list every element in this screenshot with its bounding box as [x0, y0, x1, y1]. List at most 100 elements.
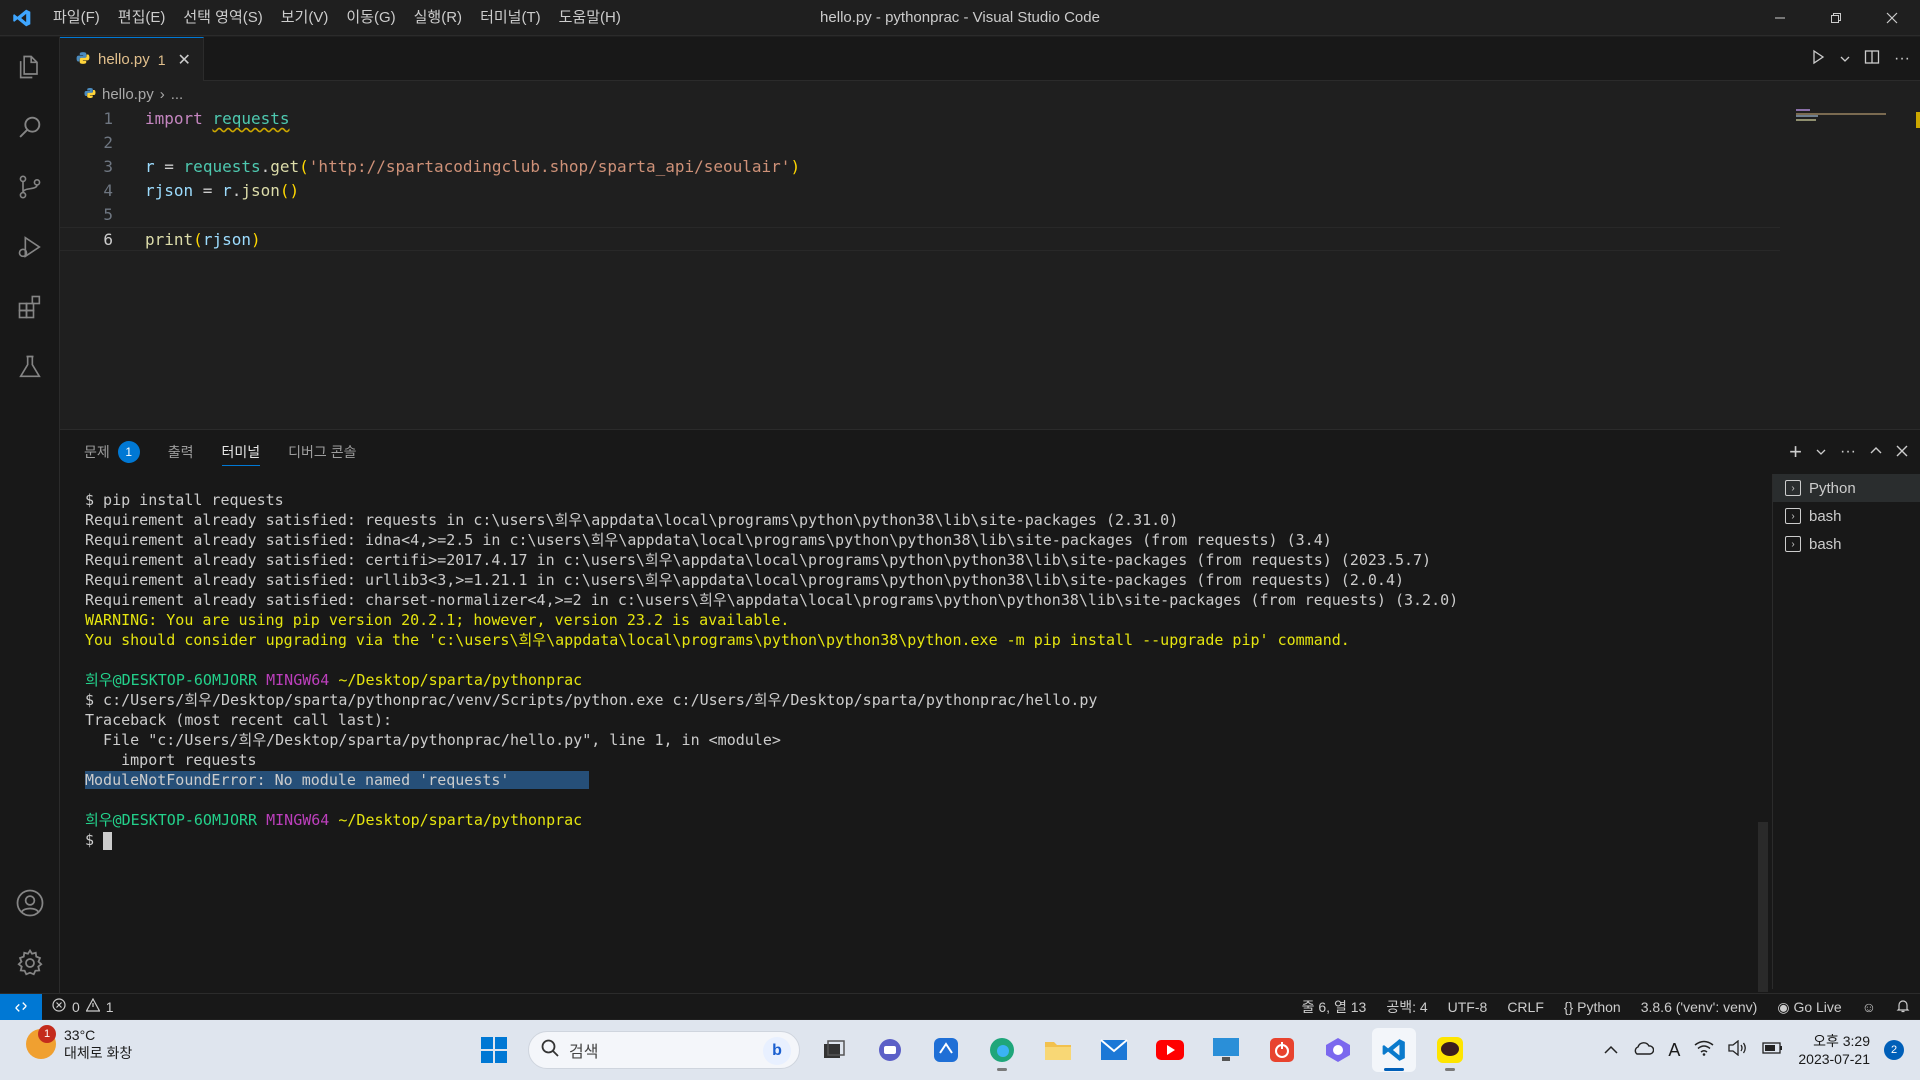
- maximize-panel-chevron-up-icon[interactable]: [1870, 444, 1882, 461]
- weather-widget[interactable]: 1 33°C 대체로 화창: [26, 1025, 132, 1062]
- run-python-file-icon[interactable]: [1810, 49, 1826, 69]
- terminal-prompt-line: 희우@DESKTOP-6OMJORR MINGW64 ~/Desktop/spa…: [85, 670, 1765, 690]
- weather-text: 33°C 대체로 화창: [64, 1026, 132, 1062]
- explorer-icon[interactable]: [0, 37, 60, 97]
- teams-chat-icon[interactable]: [868, 1028, 912, 1072]
- task-view-icon[interactable]: [812, 1028, 856, 1072]
- tab-debug-console[interactable]: 디버그 콘솔: [288, 430, 356, 474]
- wifi-icon[interactable]: [1694, 1040, 1714, 1060]
- mail-icon[interactable]: [1092, 1028, 1136, 1072]
- title-bar: 파일(F) 편집(E) 선택 영역(S) 보기(V) 이동(G) 실행(R) 터…: [0, 0, 1920, 36]
- terminal-list: › Python › bash › bash: [1772, 474, 1920, 989]
- go-live-button[interactable]: ◉ Go Live: [1777, 999, 1841, 1016]
- close-panel-icon[interactable]: [1896, 444, 1908, 461]
- tab-problems[interactable]: 문제 1: [84, 430, 140, 474]
- shortcut-app-icon[interactable]: [924, 1028, 968, 1072]
- terminal-item-python[interactable]: › Python: [1773, 474, 1920, 502]
- ime-language-icon[interactable]: A: [1668, 1040, 1680, 1061]
- problems-status[interactable]: 0 1: [42, 997, 114, 1015]
- copilot-app-icon[interactable]: [1316, 1028, 1360, 1072]
- breadcrumb-symbol[interactable]: ...: [171, 86, 184, 103]
- notification-count-badge[interactable]: 2: [1884, 1040, 1904, 1060]
- run-dropdown-chevron-icon[interactable]: [1840, 51, 1850, 68]
- terminal-output[interactable]: $ pip install requests Requirement alread…: [85, 490, 1765, 850]
- code-line: 2: [60, 131, 1920, 155]
- account-icon[interactable]: [0, 873, 60, 933]
- terminal-warning-line: You should consider upgrading via the 'c…: [85, 631, 1350, 649]
- tab-output-label: 출력: [167, 444, 194, 460]
- terminal-scrollbar[interactable]: [1758, 822, 1768, 992]
- code-line: 3 r = requests.get('http://spartacodingc…: [60, 155, 1920, 179]
- tab-terminal[interactable]: 터미널: [221, 430, 260, 474]
- tab-output[interactable]: 출력: [168, 430, 194, 474]
- close-window-button[interactable]: [1864, 0, 1920, 36]
- taskbar-search[interactable]: 검색 b: [528, 1031, 800, 1069]
- more-actions-icon[interactable]: ···: [1894, 50, 1910, 68]
- terminal-line: Traceback (most recent call last):: [85, 711, 393, 729]
- kakaotalk-icon[interactable]: [1428, 1028, 1472, 1072]
- more-actions-icon[interactable]: ···: [1840, 443, 1856, 461]
- extensions-icon[interactable]: [0, 277, 60, 337]
- settings-gear-icon[interactable]: [0, 933, 60, 993]
- remote-indicator-icon[interactable]: [0, 993, 42, 1020]
- warning-count: 1: [105, 998, 114, 1015]
- menu-terminal[interactable]: 터미널(T): [471, 0, 550, 36]
- terminal-item-bash[interactable]: › bash: [1773, 530, 1920, 558]
- indentation[interactable]: 공백: 4: [1386, 997, 1427, 1017]
- testing-icon[interactable]: [0, 337, 60, 397]
- menu-run[interactable]: 실행(R): [405, 0, 471, 36]
- restore-button[interactable]: [1808, 0, 1864, 36]
- cursor-position[interactable]: 줄 6, 열 13: [1302, 997, 1367, 1017]
- show-hidden-icons-chevron-icon[interactable]: [1604, 1042, 1618, 1059]
- variable: r: [145, 157, 155, 176]
- edge-browser-icon[interactable]: [980, 1028, 1024, 1072]
- terminal-item-label: bash: [1809, 507, 1842, 525]
- menu-selection[interactable]: 선택 영역(S): [174, 0, 271, 36]
- breadcrumb-file[interactable]: hello.py: [102, 86, 154, 103]
- language-mode[interactable]: {} Python: [1564, 999, 1621, 1015]
- terminal-item-bash[interactable]: › bash: [1773, 502, 1920, 530]
- split-editor-icon[interactable]: [1864, 49, 1880, 69]
- weather-temp: 33°C: [64, 1027, 96, 1043]
- line-number: 4: [103, 181, 113, 200]
- accounts-feedback-icon[interactable]: ☺: [1862, 999, 1876, 1015]
- bing-chat-icon[interactable]: b: [763, 1037, 791, 1065]
- menu-view[interactable]: 보기(V): [272, 0, 338, 36]
- minimap[interactable]: [1796, 107, 1906, 127]
- line-number: 3: [103, 157, 113, 176]
- onedrive-cloud-icon[interactable]: [1632, 1040, 1655, 1060]
- volume-icon[interactable]: [1728, 1039, 1748, 1060]
- menu-go[interactable]: 이동(G): [337, 0, 404, 36]
- menu-help[interactable]: 도움말(H): [550, 0, 630, 36]
- code-line-current: 6 print(rjson): [60, 227, 1780, 251]
- python-interpreter[interactable]: 3.8.6 ('venv': venv): [1641, 999, 1758, 1015]
- search-icon[interactable]: [0, 97, 60, 157]
- encoding[interactable]: UTF-8: [1448, 999, 1488, 1015]
- menu-edit[interactable]: 편집(E): [109, 0, 175, 36]
- terminal-dropdown-chevron-icon[interactable]: [1816, 444, 1826, 461]
- tab-hello-py[interactable]: hello.py 1 ✕: [60, 37, 204, 81]
- notifications-bell-icon[interactable]: [1896, 999, 1910, 1016]
- prompt-path: ~/Desktop/sparta/pythonprac: [338, 811, 583, 829]
- new-terminal-plus-icon[interactable]: +: [1789, 439, 1802, 465]
- search-icon: [541, 1039, 559, 1062]
- close-tab-icon[interactable]: ✕: [178, 50, 191, 70]
- menu-file[interactable]: 파일(F): [44, 0, 109, 36]
- power-app-icon[interactable]: [1260, 1028, 1304, 1072]
- start-windows-icon[interactable]: [472, 1028, 516, 1072]
- vscode-taskbar-icon[interactable]: [1372, 1028, 1416, 1072]
- remote-desktop-icon[interactable]: [1204, 1028, 1248, 1072]
- function-name: json: [241, 181, 280, 200]
- clock[interactable]: 오후 3:29 2023-07-21: [1798, 1032, 1870, 1068]
- youtube-icon[interactable]: [1148, 1028, 1192, 1072]
- tab-debug-console-label: 디버그 콘솔: [288, 444, 357, 460]
- run-debug-icon[interactable]: [0, 217, 60, 277]
- source-control-icon[interactable]: [0, 157, 60, 217]
- battery-icon[interactable]: [1762, 1041, 1784, 1059]
- file-explorer-icon[interactable]: [1036, 1028, 1080, 1072]
- minimize-button[interactable]: [1752, 0, 1808, 36]
- end-of-line[interactable]: CRLF: [1507, 999, 1544, 1015]
- code-editor[interactable]: 1 import requests 2 3 r = requests.get('…: [60, 107, 1920, 251]
